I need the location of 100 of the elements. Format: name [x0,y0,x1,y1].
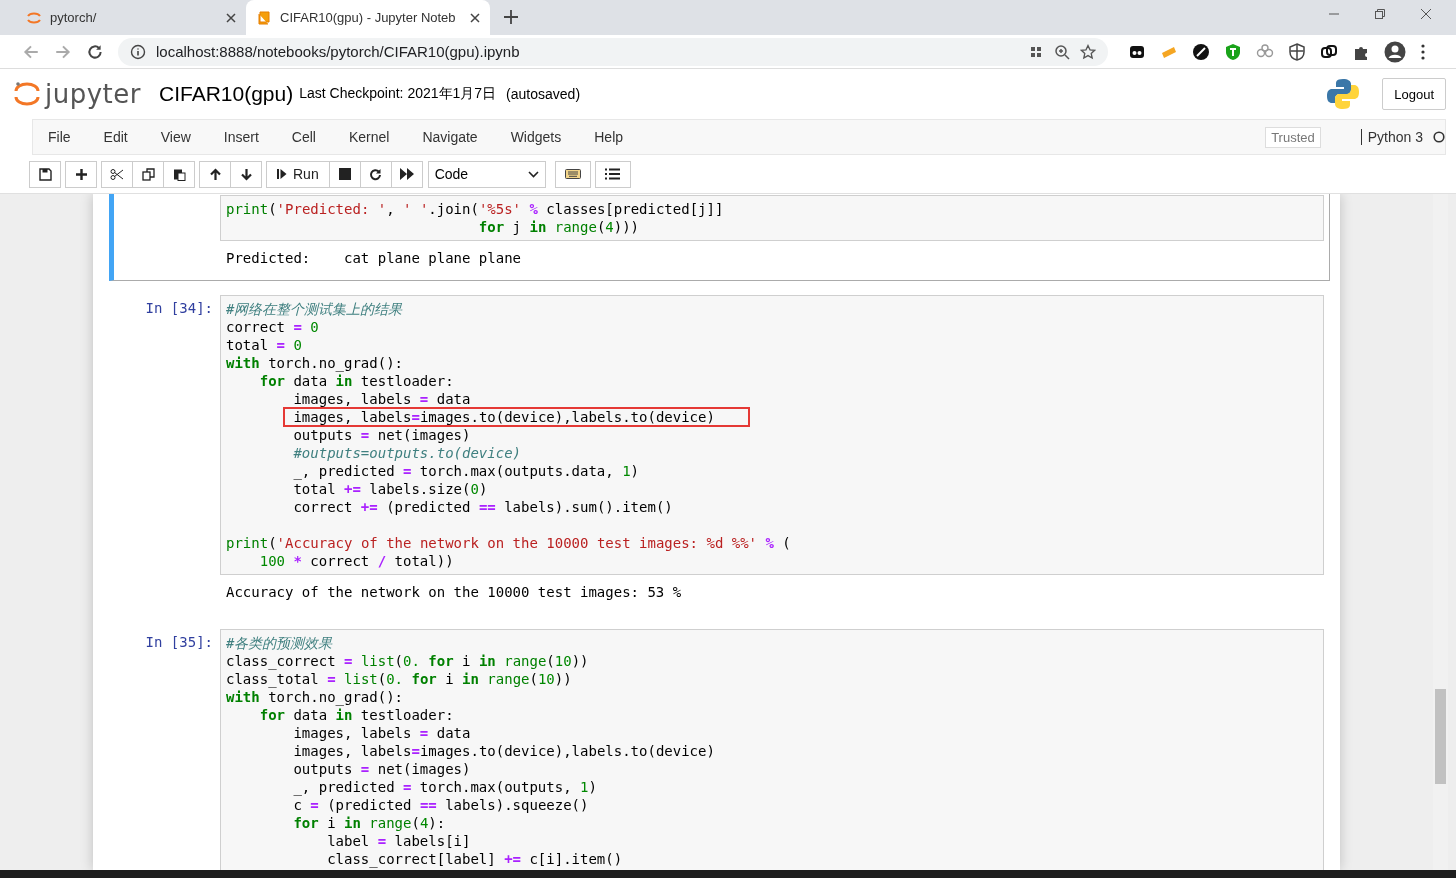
checkpoint-text: Last Checkpoint: 2021年1月7日 [299,85,497,103]
close-icon[interactable] [226,12,236,23]
reload-icon[interactable] [86,42,104,61]
run-all-button[interactable] [390,160,423,188]
kernel-name[interactable]: Python 3 [1360,129,1423,145]
avatar-icon[interactable] [1384,40,1406,63]
book-icon [256,9,272,26]
code-editor[interactable]: print('Predicted: ', ' '.join('%5s' % classes[predicted[j]] for j in range(4))) [220,195,1324,241]
code-line: for i in range(4): [293,815,446,831]
extension-icon[interactable] [1192,42,1210,61]
menu-item[interactable]: Navigate [411,129,489,145]
code-line: images, labels = data [293,391,471,407]
zoom-icon[interactable] [1054,43,1070,60]
menu-item[interactable]: Cell [280,129,327,145]
more-icon[interactable] [1420,42,1426,61]
star-icon[interactable] [1080,43,1096,60]
kernel-idle-icon [1433,131,1445,143]
scrollbar-thumb[interactable] [1435,689,1446,784]
code-line: print('Predicted: ', ' '.join('%5s' % classes[predicted[j]] [226,201,724,217]
notebook-cell[interactable]: print('Predicted: ', ' '.join('%5s' % classes[predicted[j]] for j in range(4))) Predicted: cat plane plane plane [109,194,1330,281]
chevron-down-icon [527,170,539,178]
browser-tab[interactable]: CIFAR10(gpu) - Jupyter Noteb [246,0,490,35]
menu-item[interactable]: View [149,129,202,145]
insert-cell-button[interactable] [65,160,97,188]
paste-icon [172,167,186,181]
restore-icon[interactable] [1374,8,1386,20]
keyboard-icon [564,169,581,179]
scissors-icon [110,167,124,181]
jupyter-logo-text[interactable]: jupyter [45,79,141,109]
python-logo-icon [1326,77,1361,111]
run-button[interactable]: Run [266,160,330,188]
address-field[interactable]: localhost:8888/notebooks/pytorch/CIFAR10(gpu).ipynb [118,37,1108,66]
code-line: correct = 0 [226,319,319,335]
cut-button[interactable] [101,160,133,188]
code-line: label = labels[i] [327,833,471,849]
info-icon [130,43,146,60]
menu-item[interactable]: Widgets [499,129,573,145]
restart-button[interactable] [359,160,392,188]
jupyter-logo-icon [14,80,40,108]
tab-title: pytorch/ [50,10,98,25]
new-tab-icon[interactable] [503,10,518,24]
input-prompt: In [35]: [145,634,213,650]
up-arrow-icon [208,167,222,181]
menu-item[interactable]: Help [583,129,635,145]
code-line: class_correct = list(0. for i in range(10)) [226,653,589,669]
code-line: outputs = net(images) [293,427,471,443]
code-line: print('Accuracy of the network on the 10000 test images: %d %%' % ( [226,535,791,551]
down-arrow-icon [239,167,253,181]
move-up-button[interactable] [199,160,231,188]
close-icon[interactable] [469,12,480,23]
code-line: #网络在整个测试集上的结果 [226,301,403,317]
restart-icon [369,167,383,181]
close-icon[interactable] [1420,8,1432,20]
stop-button[interactable] [328,160,361,188]
code-line: outputs = net(images) [293,761,471,777]
code-line: images, labels = data [293,725,471,741]
menu-item[interactable]: Insert [212,129,270,145]
code-line: total += labels.size(0) [293,481,488,497]
code-editor[interactable] [220,295,1324,575]
input-prompt: In [34]: [145,300,213,316]
move-down-button[interactable] [230,160,262,188]
code-line: for data in testloader: [259,707,454,723]
autosave-status: (autosaved) [506,86,581,102]
menu-item[interactable]: File [37,129,82,145]
shield-icon[interactable] [1288,42,1306,61]
code-line: with torch.no_grad(): [226,355,403,371]
code-line: for j in range(4))) [478,219,640,235]
command-palette-button[interactable] [594,160,631,188]
list-icon [605,168,621,180]
code-line: correct += (predicted == labels).sum().item() [293,499,673,515]
code-line: 100 * correct / total)) [259,553,454,569]
stop-icon [338,168,351,180]
code-line: #outputs=outputs.to(device) [293,445,521,461]
code-line: _, predicted = torch.max(outputs.data, 1) [293,463,640,479]
code-line: #各类的预测效果 [226,635,333,651]
plus-icon [74,167,88,181]
menu-item[interactable]: Edit [92,129,139,145]
keyboard-button[interactable] [554,160,591,188]
copy-icon [141,167,155,181]
code-line: class_correct[label] += c[i].item() [327,851,623,867]
save-button[interactable] [29,160,61,188]
copy-button[interactable] [132,160,164,188]
cell-type-select[interactable]: Code [427,160,546,188]
code-line: c = (predicted == labels).squeeze() [293,797,589,813]
notebook-name[interactable]: CIFAR10(gpu) [159,82,294,106]
menu-item[interactable]: Kernel [337,129,401,145]
code-line: class_total = list(0. for i in range(10)) [226,671,572,687]
code-line: images, labels=images.to(device),labels.to(device) [293,743,715,759]
browser-tab[interactable]: pytorch/ [16,0,246,35]
cell-output: Predicted: cat plane plane plane [225,249,522,268]
paste-button[interactable] [163,160,195,188]
code-line: total = 0 [226,337,302,353]
save-icon [38,167,52,181]
step-icon [277,168,287,180]
code-line: for data in testloader: [259,373,454,389]
fast-forward-icon [399,168,414,180]
extension-icon[interactable] [1320,42,1338,61]
logout-button[interactable]: Logout [1382,78,1446,110]
trusted-indicator[interactable]: Trusted [1265,126,1321,148]
code-line: _, predicted = torch.max(outputs, 1) [293,779,597,795]
